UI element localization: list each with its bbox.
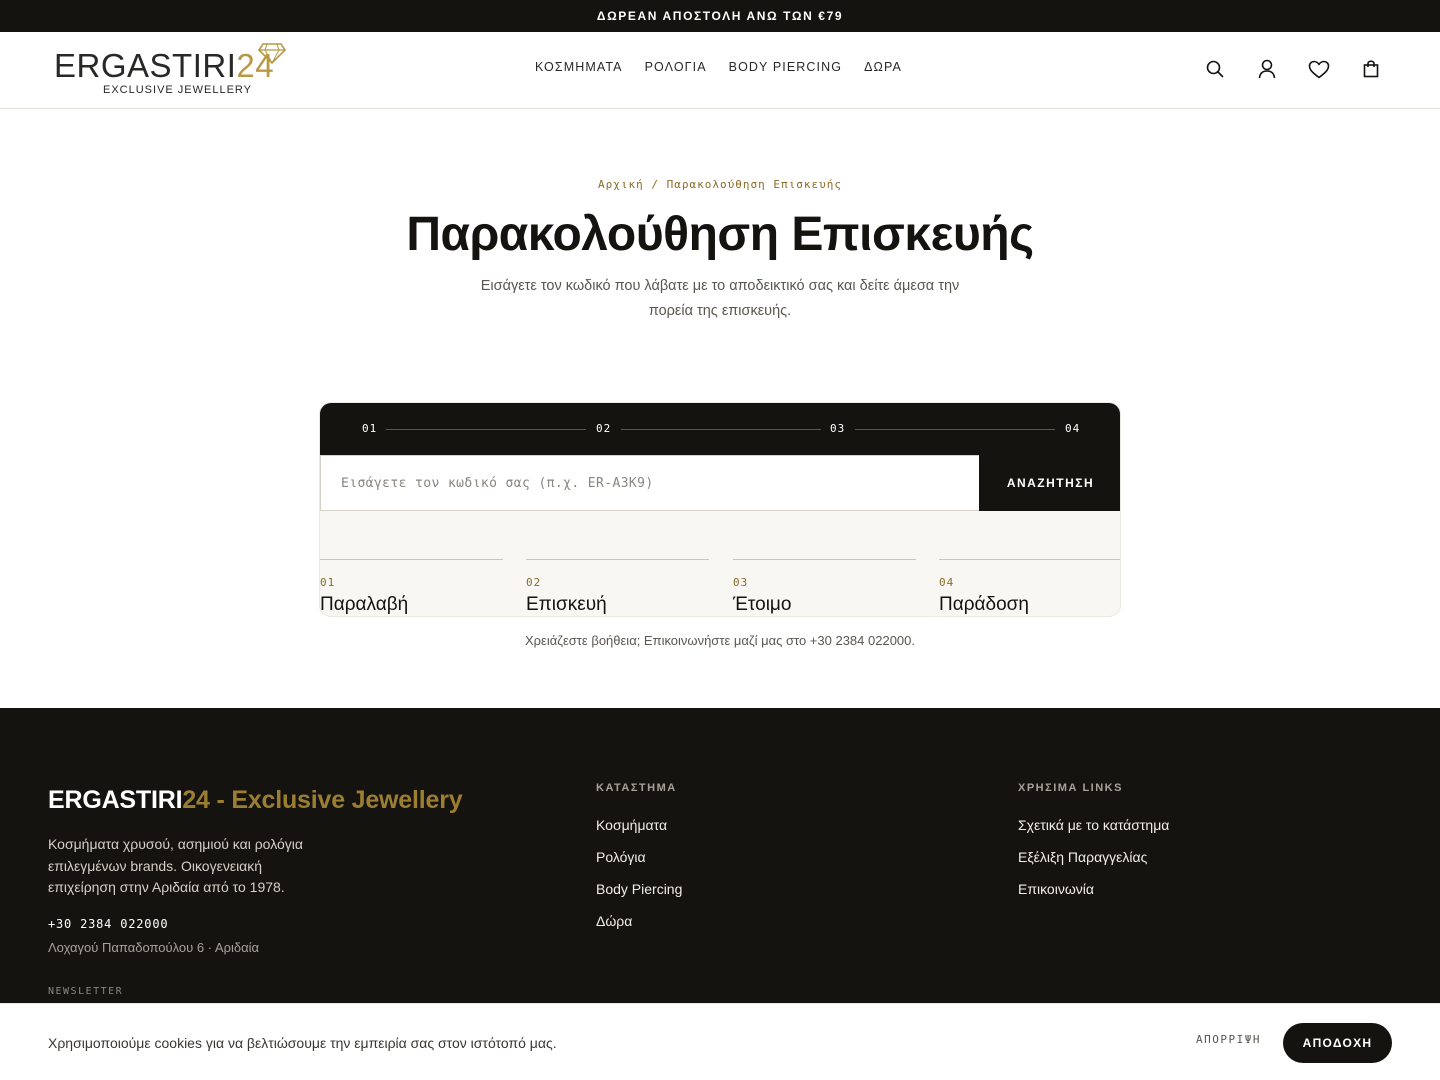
rail-step-3: 03	[830, 422, 846, 435]
help-text: Χρειάζεστε βοήθεια; Επικοινωνήστε μαζί μ…	[524, 633, 915, 648]
footer-phone[interactable]: +30 2384 022000	[48, 917, 168, 931]
rail-connector	[386, 429, 586, 430]
announcement-bar: ΔΩΡΕΑΝ ΑΠΟΣΤΟΛΗ ΑΝΩ ΤΩΝ €79	[0, 0, 1440, 32]
footer-useful-column: ΧΡΗΣΙΜΑ LINKS Σχετικά με το κατάστημα Εξ…	[1018, 782, 1169, 912]
step-rail-bar: 01 02 03 04	[320, 403, 1120, 455]
main-nav: ΚΟΣΜΗΜΑΤΑ ΡΟΛΟΓΙΑ BODY PIERCING ΔΩΡΑ	[535, 60, 902, 74]
step-number: 01	[320, 576, 336, 589]
footer-link-watches[interactable]: Ρολόγια	[596, 848, 682, 866]
page-title: Παρακολούθηση Επισκευής	[406, 208, 1034, 261]
cookie-reject-button[interactable]: ΑΠΟΡΡΙΨΗ	[1196, 1033, 1261, 1046]
step-number: 02	[526, 576, 542, 589]
footer-store-column: ΚΑΤΑΣΤΗΜΑ Κοσμήματα Ρολόγια Body Piercin…	[596, 782, 682, 944]
nav-item-body-piercing[interactable]: BODY PIERCING	[729, 60, 842, 74]
site-header: ERGASTIRI24 EXCLUSIVE JEWELLERY ΚΟΣΜΗΜΑΤ…	[0, 32, 1440, 109]
footer-brand: ERGASTIRI24 - Exclusive Jewellery	[48, 786, 463, 815]
nav-item-gifts[interactable]: ΔΩΡΑ	[864, 60, 902, 74]
footer-address: Λοχαγού Παπαδοπούλου 6 · Αριδαία	[48, 940, 260, 955]
footer-link-body-piercing[interactable]: Body Piercing	[596, 880, 682, 898]
step-label: Παραλαβή	[320, 594, 409, 615]
footer-brand-accent: 24 - Exclusive Jewellery	[182, 786, 463, 814]
step-label: Παράδοση	[939, 594, 1029, 615]
footer-link-gifts[interactable]: Δώρα	[596, 912, 682, 930]
footer-description: Κοσμήματα χρυσού, ασημιού και ρολόγια επ…	[48, 836, 303, 895]
step-number: 04	[939, 576, 955, 589]
step-ready: 03 Έτοιμο	[733, 559, 916, 616]
repair-tracker-card: 01 02 03 04 ΑΝΑΖΗΤΗΣΗ 01 Παραλαβή 02 Επι…	[319, 402, 1121, 617]
footer-link-contact[interactable]: Επικοινωνία	[1018, 880, 1169, 898]
nav-item-jewellery[interactable]: ΚΟΣΜΗΜΑΤΑ	[535, 60, 623, 74]
step-rail: 01 02 03 04	[362, 422, 1080, 436]
bag-icon[interactable]	[1360, 58, 1382, 80]
repair-search-form: ΑΝΑΖΗΤΗΣΗ	[320, 455, 1120, 511]
header-actions	[1204, 58, 1382, 80]
rail-step-1: 01	[362, 422, 378, 435]
user-icon[interactable]	[1256, 58, 1278, 80]
footer-link-about[interactable]: Σχετικά με το κατάστημα	[1018, 816, 1169, 834]
footer-column-heading: ΧΡΗΣΙΜΑ LINKS	[1018, 782, 1123, 794]
footer-brand-main: ERGASTIRI	[48, 786, 183, 814]
rail-step-4: 04	[1065, 422, 1081, 435]
logo[interactable]: ERGASTIRI24 EXCLUSIVE JEWELLERY	[54, 42, 286, 100]
footer-link-order-status[interactable]: Εξέλιξη Παραγγελίας	[1018, 848, 1169, 866]
diamond-icon	[258, 43, 286, 64]
step-number: 03	[733, 576, 749, 589]
step-received: 01 Παραλαβή	[320, 559, 503, 616]
footer-link-jewellery[interactable]: Κοσμήματα	[596, 816, 682, 834]
step-label: Επισκευή	[526, 594, 607, 615]
cookie-accept-button[interactable]: ΑΠΟΔΟΧΗ	[1283, 1023, 1392, 1063]
heart-icon[interactable]	[1308, 58, 1330, 80]
cookie-banner: Χρησιμοποιούμε cookies για να βελτιώσουμ…	[0, 1003, 1440, 1080]
step-repair: 02 Επισκευή	[526, 559, 709, 616]
repair-code-input[interactable]	[320, 455, 979, 511]
logo-main-text: ERGASTIRI	[54, 47, 237, 84]
announcement-text: ΔΩΡΕΑΝ ΑΠΟΣΤΟΛΗ ΑΝΩ ΤΩΝ €79	[596, 9, 844, 23]
nav-item-watches[interactable]: ΡΟΛΟΓΙΑ	[645, 60, 707, 74]
breadcrumb[interactable]: Αρχική / Παρακολούθηση Επισκευής	[0, 178, 1440, 191]
rail-connector	[855, 429, 1055, 430]
logo-tagline: EXCLUSIVE JEWELLERY	[103, 84, 253, 96]
footer-column-heading: ΚΑΤΑΣΤΗΜΑ	[596, 782, 677, 794]
search-icon[interactable]	[1204, 58, 1226, 80]
step-delivery: 04 Παράδοση	[939, 559, 1120, 616]
cookie-text: Χρησιμοποιούμε cookies για να βελτιώσουμ…	[48, 1035, 557, 1051]
rail-connector	[621, 429, 821, 430]
newsletter-heading: NEWSLETTER	[48, 986, 124, 997]
rail-step-2: 02	[596, 422, 612, 435]
logo-wordmark: ERGASTIRI24	[54, 48, 274, 84]
page-subtitle: Εισάγετε τον κωδικό που λάβατε με το απο…	[480, 278, 960, 319]
step-label: Έτοιμο	[733, 594, 792, 615]
repair-steps: 01 Παραλαβή 02 Επισκευή 03 Έτοιμο 04 Παρ…	[320, 559, 1120, 616]
search-button[interactable]: ΑΝΑΖΗΤΗΣΗ	[979, 455, 1120, 511]
